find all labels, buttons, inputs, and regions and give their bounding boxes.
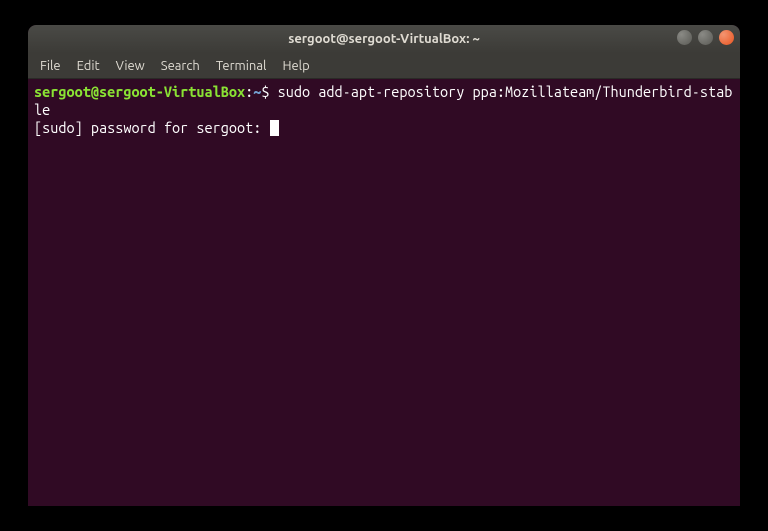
menu-search[interactable]: Search (153, 55, 208, 77)
titlebar: sergoot@sergoot-VirtualBox: ~ (28, 25, 740, 53)
minimize-button[interactable] (677, 30, 692, 45)
output-line: [sudo] password for sergoot: (34, 119, 734, 137)
menu-help[interactable]: Help (274, 55, 317, 77)
maximize-button[interactable] (698, 30, 713, 45)
prompt-line: sergoot@sergoot-VirtualBox:~$ sudo add-a… (34, 83, 734, 119)
prompt-dollar: $ (261, 83, 277, 100)
window-controls (677, 30, 734, 45)
menu-file[interactable]: File (32, 55, 69, 77)
menu-view[interactable]: View (108, 55, 153, 77)
window-title: sergoot@sergoot-VirtualBox: ~ (28, 32, 740, 46)
terminal-area[interactable]: sergoot@sergoot-VirtualBox:~$ sudo add-a… (28, 79, 740, 506)
close-button[interactable] (719, 30, 734, 45)
menu-terminal[interactable]: Terminal (208, 55, 275, 77)
menu-edit[interactable]: Edit (69, 55, 108, 77)
sudo-password-prompt: [sudo] password for sergoot: (34, 119, 269, 136)
cursor (270, 120, 279, 136)
prompt-user: sergoot@sergoot-VirtualBox (34, 83, 245, 100)
menubar: File Edit View Search Terminal Help (28, 53, 740, 79)
terminal-window: sergoot@sergoot-VirtualBox: ~ File Edit … (28, 25, 740, 506)
